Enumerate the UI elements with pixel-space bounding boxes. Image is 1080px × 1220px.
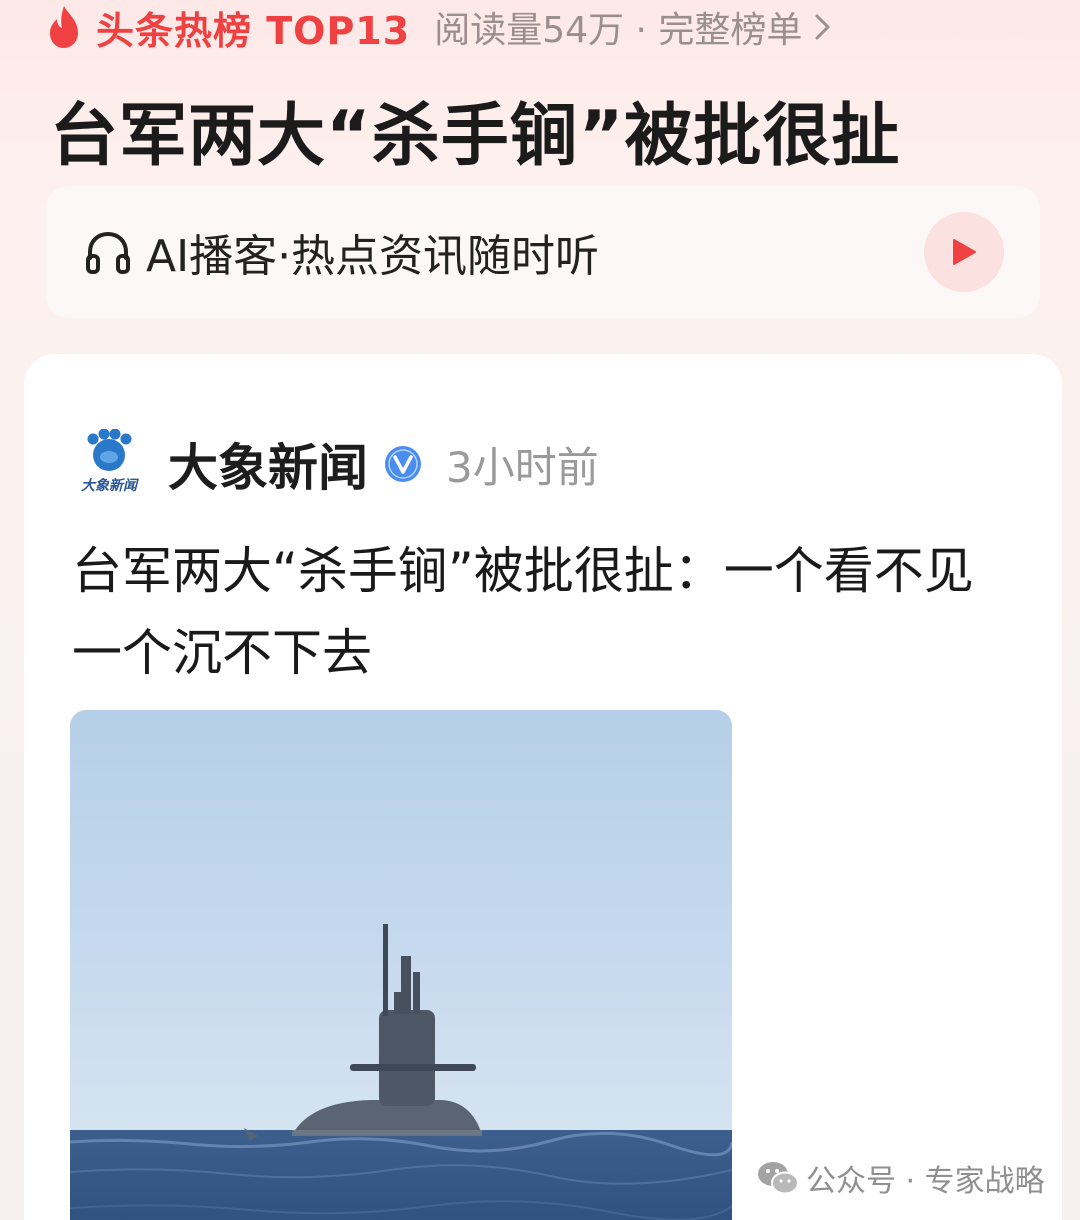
elephant-paw-logo-icon <box>87 429 132 471</box>
read-count-full-list-link[interactable]: 阅读量54万 · 完整榜单 <box>434 1 802 53</box>
watermark-text: 公众号 · 专家战略 <box>806 1164 1045 1199</box>
source-name[interactable]: 大象新闻 <box>168 428 368 500</box>
source-row[interactable]: 大象新闻 大象新闻 3小时前 <box>74 424 599 504</box>
submarine-photo-graphic <box>70 710 732 1220</box>
article-card[interactable]: 大象新闻 大象新闻 3小时前 台军两大“杀手锏”被批很扯：一个看不见一个沉不下去 <box>24 354 1062 1220</box>
submarine-photo[interactable] <box>70 710 732 1220</box>
hot-list-header[interactable]: 头条热榜 TOP13 阅读量54万 · 完整榜单 <box>44 1 834 53</box>
source-logo[interactable]: 大象新闻 <box>74 429 144 499</box>
flame-icon <box>50 6 78 48</box>
verified-v-icon <box>385 446 421 482</box>
wechat-icon <box>758 1162 799 1195</box>
play-icon <box>953 239 976 265</box>
topic-title: 台军两大“杀手锏”被批很扯 <box>50 97 901 176</box>
post-time: 3小时前 <box>446 442 599 492</box>
play-button[interactable] <box>924 212 1004 292</box>
ai-podcast-bar[interactable]: AI播客·热点资讯随时听 <box>46 186 1040 318</box>
headphone-icon <box>86 231 130 274</box>
ai-podcast-label: AI播客·热点资讯随时听 <box>146 231 600 282</box>
article-title[interactable]: 台军两大“杀手锏”被批很扯：一个看不见一个沉不下去 <box>72 530 1012 694</box>
source-logo-text: 大象新闻 <box>81 478 137 494</box>
hot-rank-label: 头条热榜 TOP13 <box>96 8 411 53</box>
watermark: 公众号 · 专家战略 <box>756 1154 1045 1202</box>
chevron-right-icon <box>815 14 830 40</box>
